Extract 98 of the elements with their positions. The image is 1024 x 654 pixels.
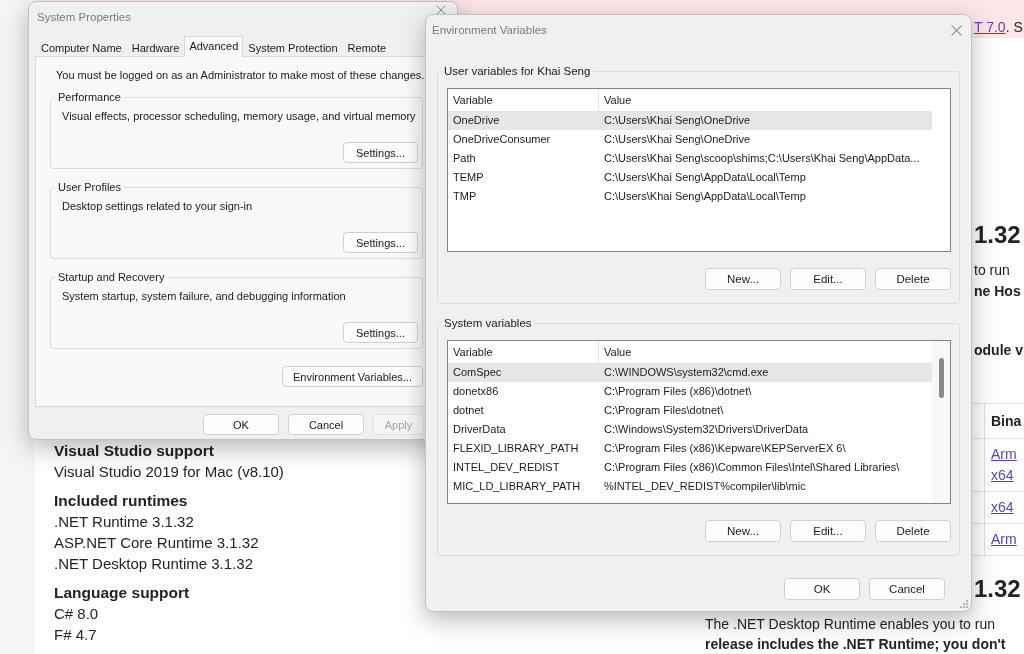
variable-value: C:\Program Files (x86)\Common Files\Intel\Shared Libraries\ (603, 460, 901, 475)
group-title: User variables for Khai Seng (443, 64, 592, 78)
banner-text: T 7.0. S (973, 18, 1024, 37)
body-text: ASP.NET Core Runtime 3.1.32 (54, 533, 259, 553)
body-text: F# 4.7 (54, 625, 97, 645)
section-heading: 1.32 (973, 575, 1021, 603)
notice-text: You must be logged on as an Administrator to make most of these changes. (55, 68, 423, 82)
scrollbar[interactable] (932, 341, 950, 503)
variable-name: dotnet (452, 403, 485, 418)
variable-name: INTEL_DEV_REDIST (452, 460, 561, 475)
variable-name: MIC_LD_LIBRARY_PATH (452, 479, 582, 494)
variable-value: C:\Users\Khai Seng\scoop\shims;C:\Users\Khai Seng\AppData... (603, 151, 921, 166)
variable-row[interactable]: OneDrive C:\Users\Khai Seng\OneDrive (448, 111, 932, 130)
variable-value: C:\Users\Khai Seng\OneDrive (603, 113, 752, 128)
tab[interactable]: System Protection (243, 38, 343, 56)
close-icon[interactable] (436, 5, 446, 15)
section-heading: Visual Studio support (54, 441, 214, 461)
variables-list[interactable] (447, 88, 951, 252)
environment-variables-button[interactable]: Environment Variables... (281, 366, 423, 387)
window-title: Environment Variables (432, 24, 547, 36)
variable-row[interactable]: MIC_LD_LIBRARY_PATH %INTEL_DEV_REDIST%compiler\lib\mic (448, 477, 932, 496)
delete-button[interactable]: Delete (875, 520, 951, 542)
body-text: to run (973, 261, 1010, 280)
tab[interactable]: Computer Name (36, 38, 127, 56)
variable-value: C:\WINDOWS\system32\cmd.exe (603, 365, 770, 380)
group-title: System variables (443, 316, 533, 330)
group-description: Visual effects, processor scheduling, memory usage, and virtual memory (62, 109, 417, 123)
group-title: Performance (57, 90, 122, 104)
group-description: Desktop settings related to your sign-in (62, 199, 254, 213)
body-text: The .NET Desktop Runtime enables you to run (705, 615, 995, 634)
ok-button[interactable]: OK (203, 414, 279, 435)
variable-value: C:\Users\Khai Seng\AppData\Local\Temp (603, 189, 807, 204)
variable-row[interactable]: Path C:\Users\Khai Seng\scoop\shims;C:\Users\Khai Seng\AppData... (448, 149, 932, 168)
cancel-button[interactable]: Cancel (869, 578, 945, 600)
group-title: Startup and Recovery (57, 270, 166, 284)
column-header[interactable]: Value (599, 89, 932, 111)
body-text: release includes the .NET Runtime; you don't (705, 635, 1006, 654)
variable-row[interactable]: DriverData C:\Windows\System32\Drivers\DriverData (448, 420, 932, 439)
tab[interactable]: Remote (342, 38, 392, 56)
edit-button[interactable]: Edit... (790, 520, 866, 542)
group-description: System startup, system failure, and debugging information (62, 289, 347, 303)
variable-row[interactable]: dotnet C:\Program Files\dotnet\ (448, 401, 932, 420)
ok-button[interactable]: OK (784, 578, 860, 600)
table-link[interactable]: Arm (991, 444, 1017, 465)
delete-button[interactable]: Delete (875, 268, 951, 290)
variable-row[interactable]: INTEL_DEV_REDIST C:\Program Files (x86)\Common Files\Intel\Shared Libraries\ (448, 458, 932, 477)
variable-name: ComSpec (452, 365, 503, 380)
settings-button[interactable]: Settings... (343, 232, 418, 253)
settings-button[interactable]: Settings... (343, 322, 418, 343)
section-heading: 1.32 (973, 221, 1021, 249)
variable-value: C:\Program Files (x86)\dotnet\ (603, 384, 753, 399)
variable-name: FLEXID_LIBRARY_PATH (452, 441, 580, 456)
body-text: odule v (973, 341, 1023, 360)
body-text: C# 8.0 (54, 604, 99, 624)
variable-value: C:\Program Files\dotnet\ (603, 403, 725, 418)
banner-link[interactable]: T 7.0 (974, 19, 1006, 35)
section-heading: Language support (54, 583, 190, 603)
variable-name: Path (452, 151, 477, 166)
variable-value: %INTEL_DEV_REDIST%compiler\lib\mic (603, 479, 807, 494)
table-link[interactable]: x64 (991, 497, 1014, 518)
tab[interactable]: Advanced (184, 36, 244, 57)
table-link[interactable]: Arm (991, 529, 1017, 550)
variable-name: TMP (452, 189, 478, 204)
variable-name: donetx86 (452, 384, 500, 399)
table-link[interactable]: x64 (991, 465, 1014, 486)
variable-row[interactable]: TMP C:\Users\Khai Seng\AppData\Local\Temp (448, 187, 932, 206)
variable-row[interactable]: FLEXID_LIBRARY_PATH C:\Program Files (x86)\Kepware\KEPServerEX 6\ (448, 439, 932, 458)
variables-list[interactable] (447, 340, 951, 504)
scrollbar-thumb[interactable] (938, 358, 944, 398)
new-button[interactable]: New... (705, 268, 781, 290)
variable-name: TEMP (452, 170, 485, 185)
new-button[interactable]: New... (705, 520, 781, 542)
variable-name: OneDrive (452, 113, 501, 128)
variable-value: C:\Users\Khai Seng\OneDrive (603, 132, 752, 147)
body-text: Visual Studio 2019 for Mac (v8.10) (54, 462, 284, 482)
variable-name: DriverData (452, 422, 507, 437)
section-heading: Included runtimes (54, 491, 188, 511)
variable-value: C:\Windows\System32\Drivers\DriverData (603, 422, 810, 437)
variable-row[interactable]: ComSpec C:\WINDOWS\system32\cmd.exe (448, 363, 932, 382)
window-title: System Properties (37, 10, 131, 23)
group-title: User Profiles (57, 180, 122, 194)
column-header[interactable]: Value (599, 341, 932, 363)
variable-row[interactable]: OneDriveConsumer C:\Users\Khai Seng\OneDrive (448, 130, 932, 149)
body-text: ne Hos (973, 282, 1021, 301)
resize-grip-icon[interactable] (960, 600, 968, 608)
variable-value: C:\Program Files (x86)\Kepware\KEPServerEX 6\ (603, 441, 847, 456)
variable-row[interactable]: donetx86 C:\Program Files (x86)\dotnet\ (448, 382, 932, 401)
variable-name: OneDriveConsumer (452, 132, 552, 147)
body-text: .NET Desktop Runtime 3.1.32 (54, 554, 253, 574)
settings-button[interactable]: Settings... (343, 142, 418, 163)
cancel-button[interactable]: Cancel (288, 414, 364, 435)
variable-value: C:\Users\Khai Seng\AppData\Local\Temp (603, 170, 807, 185)
column-header: Bina (991, 412, 1022, 431)
close-icon[interactable] (951, 24, 962, 36)
tab[interactable]: Hardware (126, 38, 185, 56)
edit-button[interactable]: Edit... (790, 268, 866, 290)
body-text: .NET Runtime 3.1.32 (54, 512, 194, 532)
variable-row[interactable]: TEMP C:\Users\Khai Seng\AppData\Local\Temp (448, 168, 932, 187)
